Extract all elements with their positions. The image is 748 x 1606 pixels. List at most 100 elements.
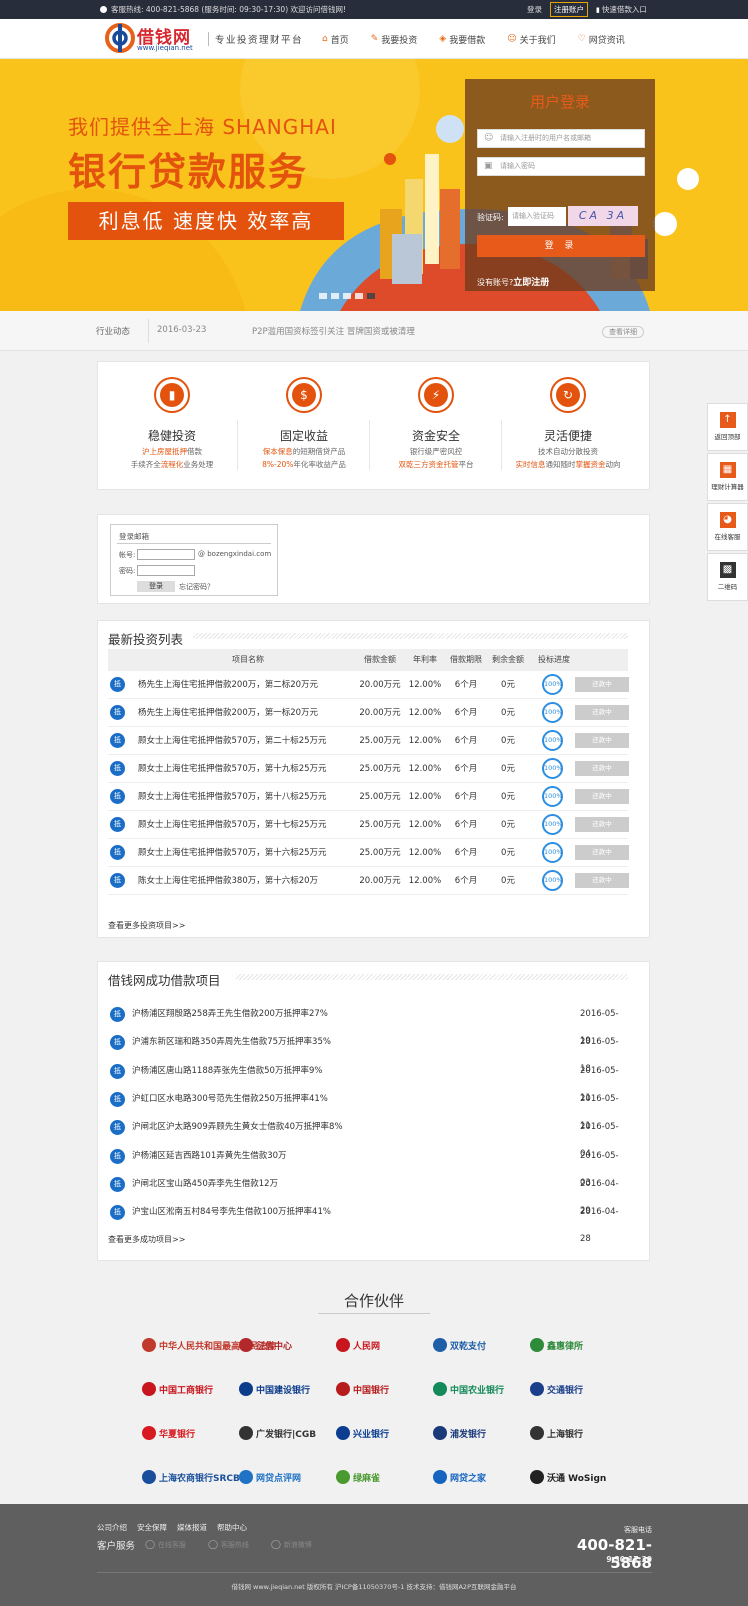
success-text[interactable]: 沪闸北区沪太路909弄顾先生黄女士借款40万抵押率8%: [132, 1114, 343, 1141]
top-login-link[interactable]: 登录: [527, 0, 542, 19]
partner-logo[interactable]: 兴业银行: [336, 1421, 389, 1445]
project-name[interactable]: 顾女士上海住宅抵押借款570万，第二十标25万元: [138, 727, 327, 755]
partner-emblem-icon: [530, 1470, 544, 1484]
status-button[interactable]: 还款中: [575, 705, 629, 720]
partner-logo[interactable]: 鑫惠律所: [530, 1333, 583, 1357]
register-now-link[interactable]: 立即注册: [513, 278, 549, 288]
service-channel[interactable]: 客服热线: [208, 1540, 249, 1550]
footer-link[interactable]: 媒体报道: [177, 1522, 207, 1533]
footer-link[interactable]: 公司介绍: [97, 1522, 127, 1533]
status-button[interactable]: 还款中: [575, 817, 629, 832]
list-item[interactable]: 抵沪杨浦区唐山路1188弄张先生借款50万抵押率9% 2016-05-11: [108, 1058, 628, 1103]
partner-logo[interactable]: 人民网: [336, 1333, 380, 1357]
table-row[interactable]: 抵顾女士上海住宅抵押借款570万，第十六标25万元 25.00万元 12.00% 6个…: [108, 839, 629, 867]
project-name[interactable]: 顾女士上海住宅抵押借款570万，第十六标25万元: [138, 839, 327, 867]
footer-link[interactable]: 帮助中心: [217, 1522, 247, 1533]
partner-logo[interactable]: 交通银行: [530, 1377, 583, 1401]
partner-logo[interactable]: 沃通 WoSign: [530, 1465, 606, 1489]
nav-item[interactable]: ✎ 我要投资: [371, 33, 418, 46]
sidebar-button[interactable]: ◕ 在线客服: [707, 503, 748, 551]
list-item[interactable]: 抵沪宝山区淞南五村84号李先生借款100万抵押率41% 2016-04-28: [108, 1199, 628, 1244]
top-register-link[interactable]: 注册账户: [550, 2, 588, 17]
captcha-image[interactable]: CA 3A: [568, 206, 638, 226]
project-name[interactable]: 顾女士上海住宅抵押借款570万，第十七标25万元: [138, 811, 327, 839]
partner-logo[interactable]: 广发银行|CGB: [239, 1421, 316, 1445]
table-row[interactable]: 抵陈女士上海住宅抵押借款380万，第十六标20万 20.00万元 12.00% 6个月…: [108, 867, 629, 895]
table-row[interactable]: 抵顾女士上海住宅抵押借款570万，第十七标25万元 25.00万元 12.00% 6个…: [108, 811, 629, 839]
success-text[interactable]: 沪杨浦区延吉西路101弄黄先生借款30万: [132, 1143, 287, 1170]
forgot-password-link[interactable]: 忘记密码？: [179, 582, 214, 592]
project-name[interactable]: 顾女士上海住宅抵押借款570万，第十八标25万元: [138, 783, 327, 811]
slide-dot[interactable]: [367, 293, 375, 299]
list-item[interactable]: 抵沪虹口区水电路300号范先生借款250万抵押率41% 2016-05-11: [108, 1086, 628, 1131]
nav-item[interactable]: ◈ 我要借款: [439, 33, 485, 46]
success-text[interactable]: 沪闸北区宝山路450弄李先生借款12万: [132, 1171, 278, 1198]
cell-term: 6个月: [454, 876, 478, 886]
nav-item[interactable]: ⌂ 首页: [322, 33, 349, 46]
success-text[interactable]: 沪虹口区水电路300号范先生借款250万抵押率41%: [132, 1086, 328, 1113]
project-name[interactable]: 陈女士上海住宅抵押借款380万，第十六标20万: [138, 867, 318, 895]
success-text[interactable]: 沪浦东新区瑞和路350弄周先生借款75万抵押率35%: [132, 1029, 331, 1056]
list-item[interactable]: 抵沪闸北区宝山路450弄李先生借款12万 2016-04-29: [108, 1171, 628, 1216]
table-row[interactable]: 抵顾女士上海住宅抵押借款570万，第二十标25万元 25.00万元 12.00% 6个…: [108, 727, 629, 755]
partner-logo[interactable]: 网贷之家: [433, 1465, 486, 1489]
partner-logo[interactable]: 上海银行: [530, 1421, 583, 1445]
nav-item[interactable]: ♡ 网贷资讯: [578, 33, 625, 46]
login-button[interactable]: 登 录: [477, 235, 645, 257]
status-button[interactable]: 还款中: [575, 789, 629, 804]
partner-logo[interactable]: 中国农业银行: [433, 1377, 504, 1401]
email-account-input[interactable]: [137, 549, 195, 560]
partner-logo[interactable]: 上海农商银行SRCB: [142, 1465, 240, 1489]
sidebar-button[interactable]: ▩ 二维码: [707, 553, 748, 601]
list-item[interactable]: 抵沪浦东新区瑞和路350弄周先生借款75万抵押率35% 2016-05-18: [108, 1029, 628, 1074]
status-button[interactable]: 还款中: [575, 873, 629, 888]
news-headline[interactable]: P2P滥用国资标签引关注 冒牌国资或被清理: [252, 325, 415, 337]
invest-more-link[interactable]: 查看更多投资项目>>: [108, 920, 185, 931]
list-item[interactable]: 抵沪闸北区沪太路909弄顾先生黄女士借款40万抵押率8% 2016-05-04: [108, 1114, 628, 1159]
status-button[interactable]: 还款中: [575, 733, 629, 748]
list-item[interactable]: 抵沪杨浦区翔殷路258弄王先生借款200万抵押率27% 2016-05-19: [108, 1001, 628, 1046]
footer-link[interactable]: 安全保障: [137, 1522, 167, 1533]
success-text[interactable]: 沪宝山区淞南五村84号李先生借款100万抵押率41%: [132, 1199, 331, 1226]
partner-logo[interactable]: 中国工商银行: [142, 1377, 213, 1401]
email-password-input[interactable]: [137, 565, 195, 576]
captcha-input[interactable]: 请输入验证码: [508, 207, 566, 226]
nav-item[interactable]: ☺ 关于我们: [507, 33, 555, 46]
partner-logo[interactable]: 征信中心: [239, 1333, 292, 1357]
news-more-button[interactable]: 查看详细: [602, 326, 644, 338]
service-channel[interactable]: 在线客服: [145, 1540, 186, 1550]
partner-logo[interactable]: 双乾支付: [433, 1333, 486, 1357]
table-row[interactable]: 抵杨先生上海住宅抵押借款200万，第二标20万元 20.00万元 12.00% 6个月…: [108, 671, 629, 699]
email-login-button[interactable]: 登录: [137, 581, 175, 592]
project-name[interactable]: 杨先生上海住宅抵押借款200万，第一标20万元: [138, 699, 318, 727]
project-name[interactable]: 顾女士上海住宅抵押借款570万，第十九标25万元: [138, 755, 327, 783]
slide-dot[interactable]: [319, 293, 327, 299]
partner-logo[interactable]: 华夏银行: [142, 1421, 195, 1445]
partner-logo[interactable]: 中国建设银行: [239, 1377, 310, 1401]
partner-logo[interactable]: 浦发银行: [433, 1421, 486, 1445]
logo-icon[interactable]: [102, 22, 138, 55]
status-button[interactable]: 还款中: [575, 761, 629, 776]
slide-dot[interactable]: [343, 293, 351, 299]
list-item[interactable]: 抵沪杨浦区延吉西路101弄黄先生借款30万 2016-05-03: [108, 1143, 628, 1188]
status-button[interactable]: 还款中: [575, 677, 629, 692]
project-name[interactable]: 杨先生上海住宅抵押借款200万，第二标20万元: [138, 671, 318, 699]
slide-dot[interactable]: [331, 293, 339, 299]
partner-logo[interactable]: 网贷点评网: [239, 1465, 301, 1489]
username-input[interactable]: ☺ 请输入注册时的用户名或邮箱: [477, 129, 645, 148]
service-channel[interactable]: 新浪微博: [271, 1540, 312, 1550]
slide-dot[interactable]: [355, 293, 363, 299]
table-row[interactable]: 抵杨先生上海住宅抵押借款200万，第一标20万元 20.00万元 12.00% 6个月…: [108, 699, 629, 727]
success-text[interactable]: 沪杨浦区翔殷路258弄王先生借款200万抵押率27%: [132, 1001, 328, 1028]
table-row[interactable]: 抵顾女士上海住宅抵押借款570万，第十九标25万元 25.00万元 12.00% 6个…: [108, 755, 629, 783]
table-row[interactable]: 抵顾女士上海住宅抵押借款570万，第十八标25万元 25.00万元 12.00% 6个…: [108, 783, 629, 811]
password-input[interactable]: ▣ 请输入密码: [477, 157, 645, 176]
sidebar-button[interactable]: ▦ 理财计算器: [707, 453, 748, 501]
partner-logo[interactable]: 绿麻雀: [336, 1465, 380, 1489]
quick-loan-link[interactable]: 快速借款入口: [596, 0, 647, 20]
partner-logo[interactable]: 中国银行: [336, 1377, 389, 1401]
success-more-link[interactable]: 查看更多成功项目>>: [108, 1234, 185, 1245]
sidebar-button[interactable]: ↑ 返回顶部: [707, 403, 748, 451]
success-text[interactable]: 沪杨浦区唐山路1188弄张先生借款50万抵押率9%: [132, 1058, 322, 1085]
status-button[interactable]: 还款中: [575, 845, 629, 860]
